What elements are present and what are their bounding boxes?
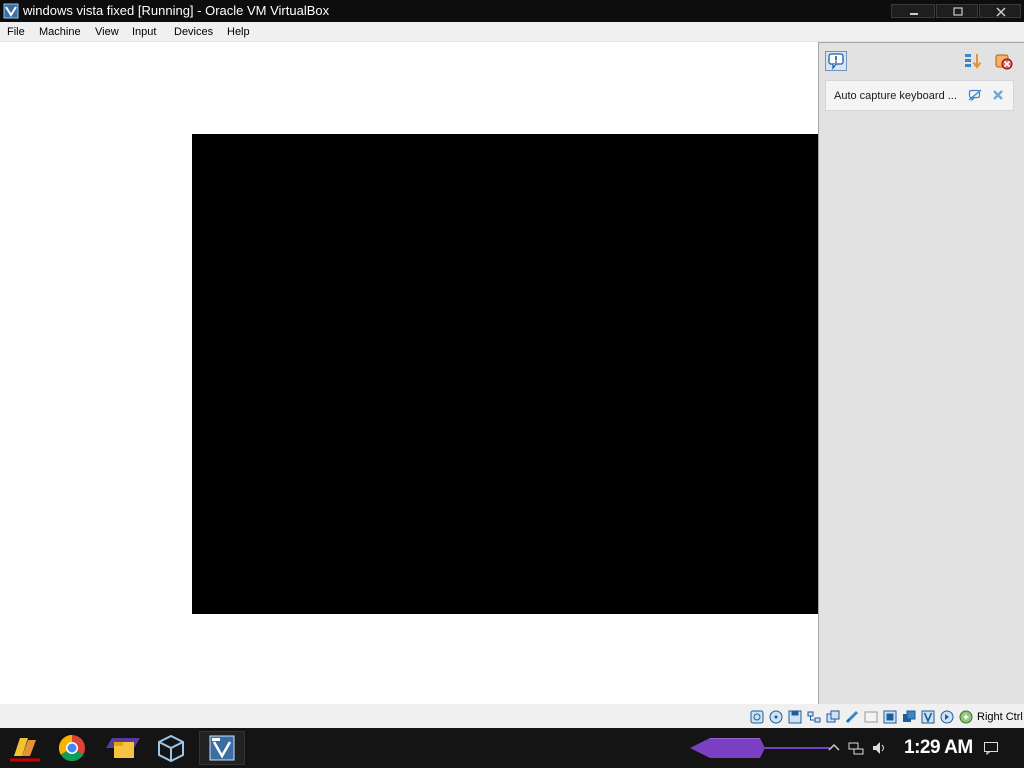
notification-center-pane: [818, 42, 1024, 704]
menu-view[interactable]: View: [95, 25, 119, 39]
keyboard-icon[interactable]: [959, 710, 973, 724]
window-title-bar[interactable]: windows vista fixed [Running] - Oracle V…: [0, 0, 1024, 22]
notification-text: Auto capture keyboard ...: [834, 90, 957, 102]
network-icon[interactable]: [807, 710, 821, 724]
window-title: windows vista fixed [Running] - Oracle V…: [23, 3, 330, 18]
sort-messages-icon[interactable]: [964, 52, 982, 70]
usb-icon[interactable]: [826, 710, 840, 724]
menu-input[interactable]: Input: [132, 25, 156, 39]
taskbar-decoration: [690, 738, 830, 758]
maximize-button[interactable]: [936, 4, 978, 18]
host-key-label[interactable]: Right Ctrl: [977, 710, 1023, 724]
optical-drive-icon[interactable]: [769, 710, 783, 724]
hard-disk-icon[interactable]: [750, 710, 764, 724]
menu-help[interactable]: Help: [227, 25, 250, 39]
virtualbox-icon[interactable]: [152, 732, 190, 764]
video-capture-icon[interactable]: [883, 710, 897, 724]
display-icon[interactable]: [864, 710, 878, 724]
mouse-integration-icon[interactable]: [940, 710, 954, 724]
menu-file[interactable]: File: [7, 25, 25, 39]
taskbar-clock[interactable]: 1:29 AM: [904, 737, 973, 759]
action-center-icon[interactable]: [983, 740, 999, 756]
floppy-icon[interactable]: [788, 710, 802, 724]
recording-icon[interactable]: [902, 710, 916, 724]
start-button-icon[interactable]: [6, 732, 44, 764]
minimize-button[interactable]: [891, 4, 935, 18]
network-tray-icon[interactable]: [848, 740, 864, 756]
vista-vm-icon[interactable]: [203, 732, 241, 764]
volume-icon[interactable]: [871, 740, 887, 756]
dismiss-message-icon[interactable]: [991, 88, 1005, 102]
notification-message: Auto capture keyboard ...: [825, 80, 1014, 111]
menu-bar: File Machine View Input Devices Help: [0, 22, 1024, 42]
close-button[interactable]: [979, 4, 1021, 18]
menu-devices[interactable]: Devices: [174, 25, 213, 39]
menu-machine[interactable]: Machine: [39, 25, 81, 39]
file-explorer-icon[interactable]: [104, 732, 142, 764]
chrome-icon[interactable]: [53, 732, 91, 764]
notification-center-toggle-icon[interactable]: [825, 51, 847, 71]
show-hidden-icons-chevron[interactable]: [826, 740, 842, 756]
cpu-icon[interactable]: [921, 710, 935, 724]
shared-folders-icon[interactable]: [845, 710, 859, 724]
virtualbox-app-icon: [3, 3, 19, 19]
vm-guest-screen[interactable]: [192, 134, 832, 614]
do-not-show-again-icon[interactable]: [968, 88, 982, 102]
close-all-messages-icon[interactable]: [993, 52, 1013, 70]
